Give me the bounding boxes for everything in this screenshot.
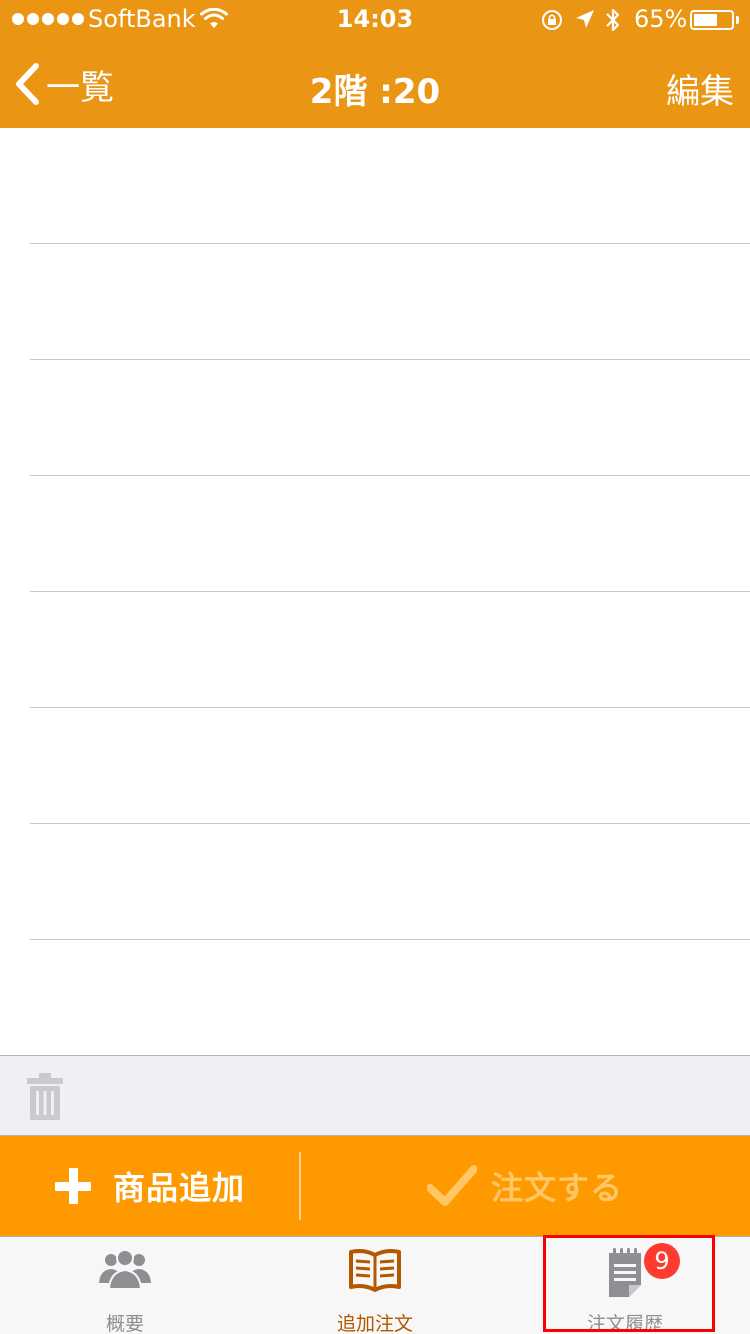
battery-percentage: 65% — [634, 5, 688, 33]
tab-overview-label: 概要 — [105, 1313, 144, 1334]
highlight-box — [543, 1235, 715, 1332]
status-bar: SoftBank 14:03 65% — [0, 0, 750, 40]
tab-add-order-label: 追加注文 — [336, 1313, 413, 1334]
row-separator — [30, 823, 750, 824]
open-book-icon — [250, 1247, 500, 1293]
location-arrow-icon — [574, 8, 596, 36]
trash-icon[interactable] — [26, 1072, 64, 1126]
page-title: 2階 :20 — [309, 72, 441, 112]
checkmark-icon — [426, 1165, 477, 1206]
row-separator — [30, 591, 750, 592]
battery-icon — [690, 10, 734, 30]
row-separator — [30, 707, 750, 708]
screen: SoftBank 14:03 65% 一覧 2階:20 編集 商品追加 注文す… — [0, 0, 750, 1334]
place-order-label: 注文する — [490, 1169, 623, 1207]
navigation-bar: 一覧 2階 :20 編集 — [0, 40, 750, 128]
bluetooth-icon — [604, 6, 622, 40]
edit-toolbar — [0, 1055, 750, 1136]
row-separator — [30, 939, 750, 940]
place-order-button[interactable]: 注文する — [300, 1136, 750, 1236]
battery-terminal — [736, 16, 739, 24]
tab-add-order[interactable]: 追加注文 — [250, 1237, 500, 1334]
people-icon — [0, 1247, 250, 1291]
add-item-button[interactable]: 商品追加 — [0, 1136, 300, 1236]
edit-button[interactable]: 編集 — [666, 64, 734, 113]
order-list[interactable] — [0, 128, 750, 1056]
tab-overview[interactable]: 概要 — [0, 1237, 250, 1334]
rotation-lock-icon — [540, 8, 564, 38]
row-separator — [30, 359, 750, 360]
plus-icon — [54, 1168, 91, 1204]
row-separator — [30, 475, 750, 476]
add-item-label: 商品追加 — [112, 1169, 245, 1207]
action-bar: 商品追加 注文する — [0, 1136, 750, 1236]
row-separator — [30, 243, 750, 244]
